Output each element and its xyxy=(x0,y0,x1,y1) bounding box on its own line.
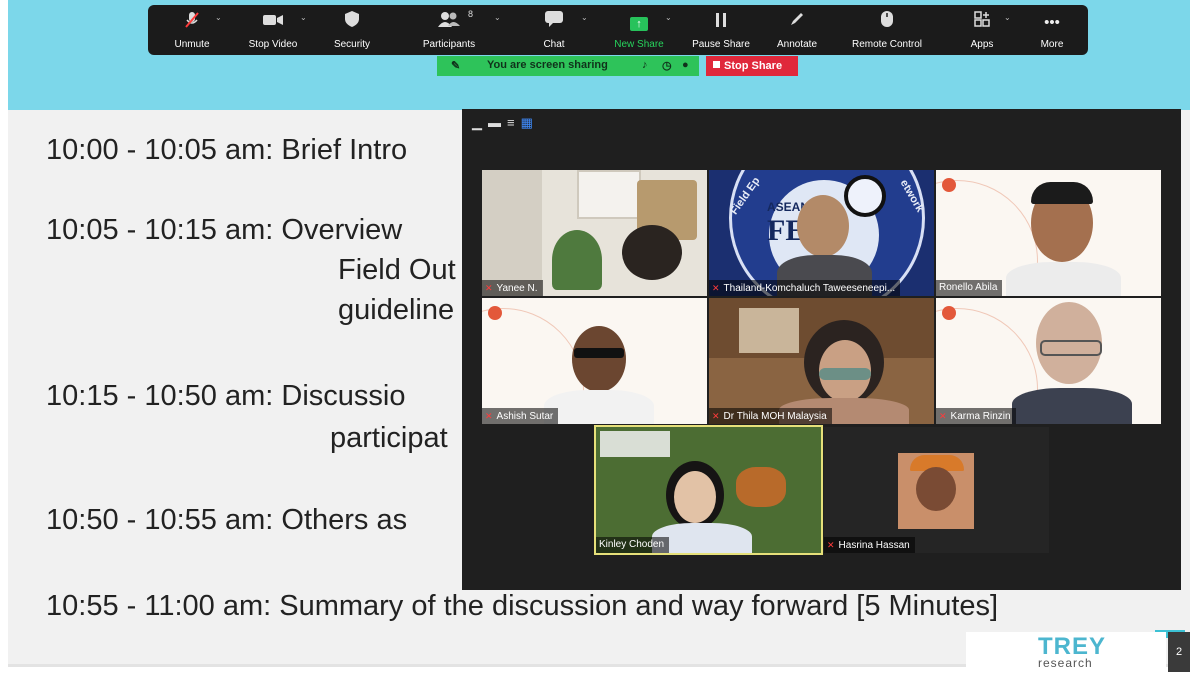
agenda-item-3: 10:15 - 10:50 am: Discussio xyxy=(46,380,406,412)
page-number: 2 xyxy=(1168,632,1190,672)
stop-video-button[interactable]: Stop Video xyxy=(243,5,303,55)
mic-muted-icon xyxy=(170,11,214,35)
view-mode-controls: ▁▬≡▦ xyxy=(472,115,539,131)
share-caret-icon[interactable]: ⌄ xyxy=(665,13,672,22)
speaker-view-icon[interactable]: ▬ xyxy=(488,115,507,130)
participant-tile[interactable]: ✕ Ashish Sutar xyxy=(482,298,707,424)
participants-count: 8 xyxy=(468,9,474,19)
apps-icon xyxy=(964,11,1000,35)
trey-research-logo: TREY research xyxy=(966,632,1166,672)
agenda-item-2-line-2: Field Out xyxy=(338,254,456,286)
zoom-toolbar: Unmute ⌄ Stop Video ⌄ Security Participa… xyxy=(148,5,1088,55)
stop-share-button[interactable]: Stop Share xyxy=(706,56,798,76)
participant-body xyxy=(544,390,654,424)
apps-caret-icon[interactable]: ⌄ xyxy=(1004,13,1011,22)
agenda-item-4: 10:50 - 10:55 am: Others as xyxy=(46,504,408,536)
mic-muted-icon: ✕ xyxy=(485,283,493,293)
window-graphic xyxy=(739,308,799,353)
org-logo-icon xyxy=(942,178,956,192)
participant-tile[interactable]: ✕ Karma Rinzin xyxy=(936,298,1161,424)
strip-view-icon[interactable]: ≡ xyxy=(507,115,521,130)
participant-glasses xyxy=(1040,340,1102,356)
agenda-item-1: 10:00 - 10:05 am: Brief Intro xyxy=(46,134,408,166)
mic-muted-icon: ✕ xyxy=(712,411,720,421)
video-caret-icon[interactable]: ⌄ xyxy=(300,13,307,22)
participant-video xyxy=(622,225,682,280)
chat-bubble-icon xyxy=(536,11,572,35)
pause-icon xyxy=(688,11,754,35)
participant-glasses xyxy=(574,348,624,358)
wall-frame xyxy=(577,170,641,219)
shield-icon xyxy=(328,11,376,35)
participant-name-label: ✕ Thailand-Komchaluch Taweeseneepi... xyxy=(709,280,901,296)
stop-square-icon xyxy=(713,61,720,68)
unmute-button[interactable]: Unmute xyxy=(170,5,214,55)
unmute-caret-icon[interactable]: ⌄ xyxy=(215,13,222,22)
annotate-button[interactable]: Annotate xyxy=(770,5,824,55)
more-button[interactable]: ••• More xyxy=(1034,5,1070,55)
participant-tile[interactable]: ✕ Yanee N. xyxy=(482,170,707,296)
apps-button[interactable]: Apps xyxy=(964,5,1000,55)
mic-muted-icon: ✕ xyxy=(939,411,947,421)
magnifier-graphic xyxy=(844,175,886,217)
screen-sharing-status-bar: ✎ You are screen sharing ♪ ◷ ● xyxy=(437,56,699,76)
new-share-button[interactable]: ↑ New Share xyxy=(608,5,670,55)
participant-body xyxy=(1006,262,1121,296)
participant-body xyxy=(1012,388,1132,424)
participant-tile[interactable]: ✕ Hasrina Hassan xyxy=(824,427,1049,553)
pause-share-button[interactable]: Pause Share xyxy=(688,5,754,55)
sharing-timer-icon: ◷ xyxy=(662,60,672,72)
participant-tile-active-speaker[interactable]: Kinley Choden xyxy=(594,425,823,555)
participant-name-label: Ronello Abila xyxy=(936,280,1003,296)
tiger-graphic xyxy=(736,467,786,507)
participant-tile[interactable]: Ronello Abila xyxy=(936,170,1161,296)
agenda-item-2: 10:05 - 10:15 am: Overview xyxy=(46,214,403,246)
sharing-mic-muted-icon[interactable]: ✎ xyxy=(451,59,460,72)
participant-face xyxy=(916,467,956,511)
more-dots-icon: ••• xyxy=(1044,14,1060,31)
gallery-view-icon[interactable]: ▦ xyxy=(521,115,539,130)
minimize-icon[interactable]: ▁ xyxy=(472,115,488,130)
mic-muted-icon: ✕ xyxy=(827,540,835,550)
video-camera-icon xyxy=(243,11,303,35)
participant-name-label: ✕ Karma Rinzin xyxy=(936,408,1016,424)
participants-caret-icon[interactable]: ⌄ xyxy=(494,13,501,22)
mic-muted-icon: ✕ xyxy=(712,283,720,293)
mic-muted-icon: ✕ xyxy=(485,411,493,421)
participant-video xyxy=(572,326,626,392)
participant-video xyxy=(797,195,849,257)
agenda-item-2-line-3: guideline xyxy=(338,294,455,326)
org-banner xyxy=(600,431,670,457)
participant-tile[interactable]: Field Ep etwork ASEAN FEN ✕Thailand-Komc… xyxy=(709,170,934,296)
agenda-item-3-line-2: participat xyxy=(330,422,448,454)
sharing-shield-icon: ● xyxy=(682,59,689,71)
participant-name-label: ✕ Dr Thila MOH Malaysia xyxy=(709,408,832,424)
participant-name-label: ✕ Ashish Sutar xyxy=(482,408,559,424)
agenda-item-5: 10:55 - 11:00 am: Summary of the discuss… xyxy=(46,590,999,622)
participant-name-label: ✕ Hasrina Hassan xyxy=(824,537,915,553)
chat-button[interactable]: Chat xyxy=(536,5,572,55)
sharing-status-text: You are screen sharing xyxy=(487,59,608,71)
room-window xyxy=(482,170,542,296)
participant-hair xyxy=(1031,182,1093,204)
org-logo-icon xyxy=(488,306,502,320)
video-gallery-panel: ▁▬≡▦ ✕Yanee N. Field Ep etwork ASEAN FEN… xyxy=(462,109,1181,590)
org-logo-icon xyxy=(942,306,956,320)
participant-name-label: Kinley Choden xyxy=(596,537,670,553)
security-button[interactable]: Security xyxy=(328,5,376,55)
pencil-icon xyxy=(770,11,824,35)
share-screen-icon: ↑ xyxy=(608,11,670,35)
participant-tile[interactable]: ✕ Dr Thila MOH Malaysia xyxy=(709,298,934,424)
participant-video xyxy=(674,471,716,523)
sharing-mic-icon[interactable]: ♪ xyxy=(642,59,648,71)
mouse-icon xyxy=(842,11,932,35)
remote-control-button[interactable]: Remote Control xyxy=(842,5,932,55)
chat-caret-icon[interactable]: ⌄ xyxy=(581,13,588,22)
participant-name-label: ✕ Yanee N. xyxy=(482,280,543,296)
participant-glasses xyxy=(819,368,871,380)
house-plant xyxy=(552,230,602,290)
